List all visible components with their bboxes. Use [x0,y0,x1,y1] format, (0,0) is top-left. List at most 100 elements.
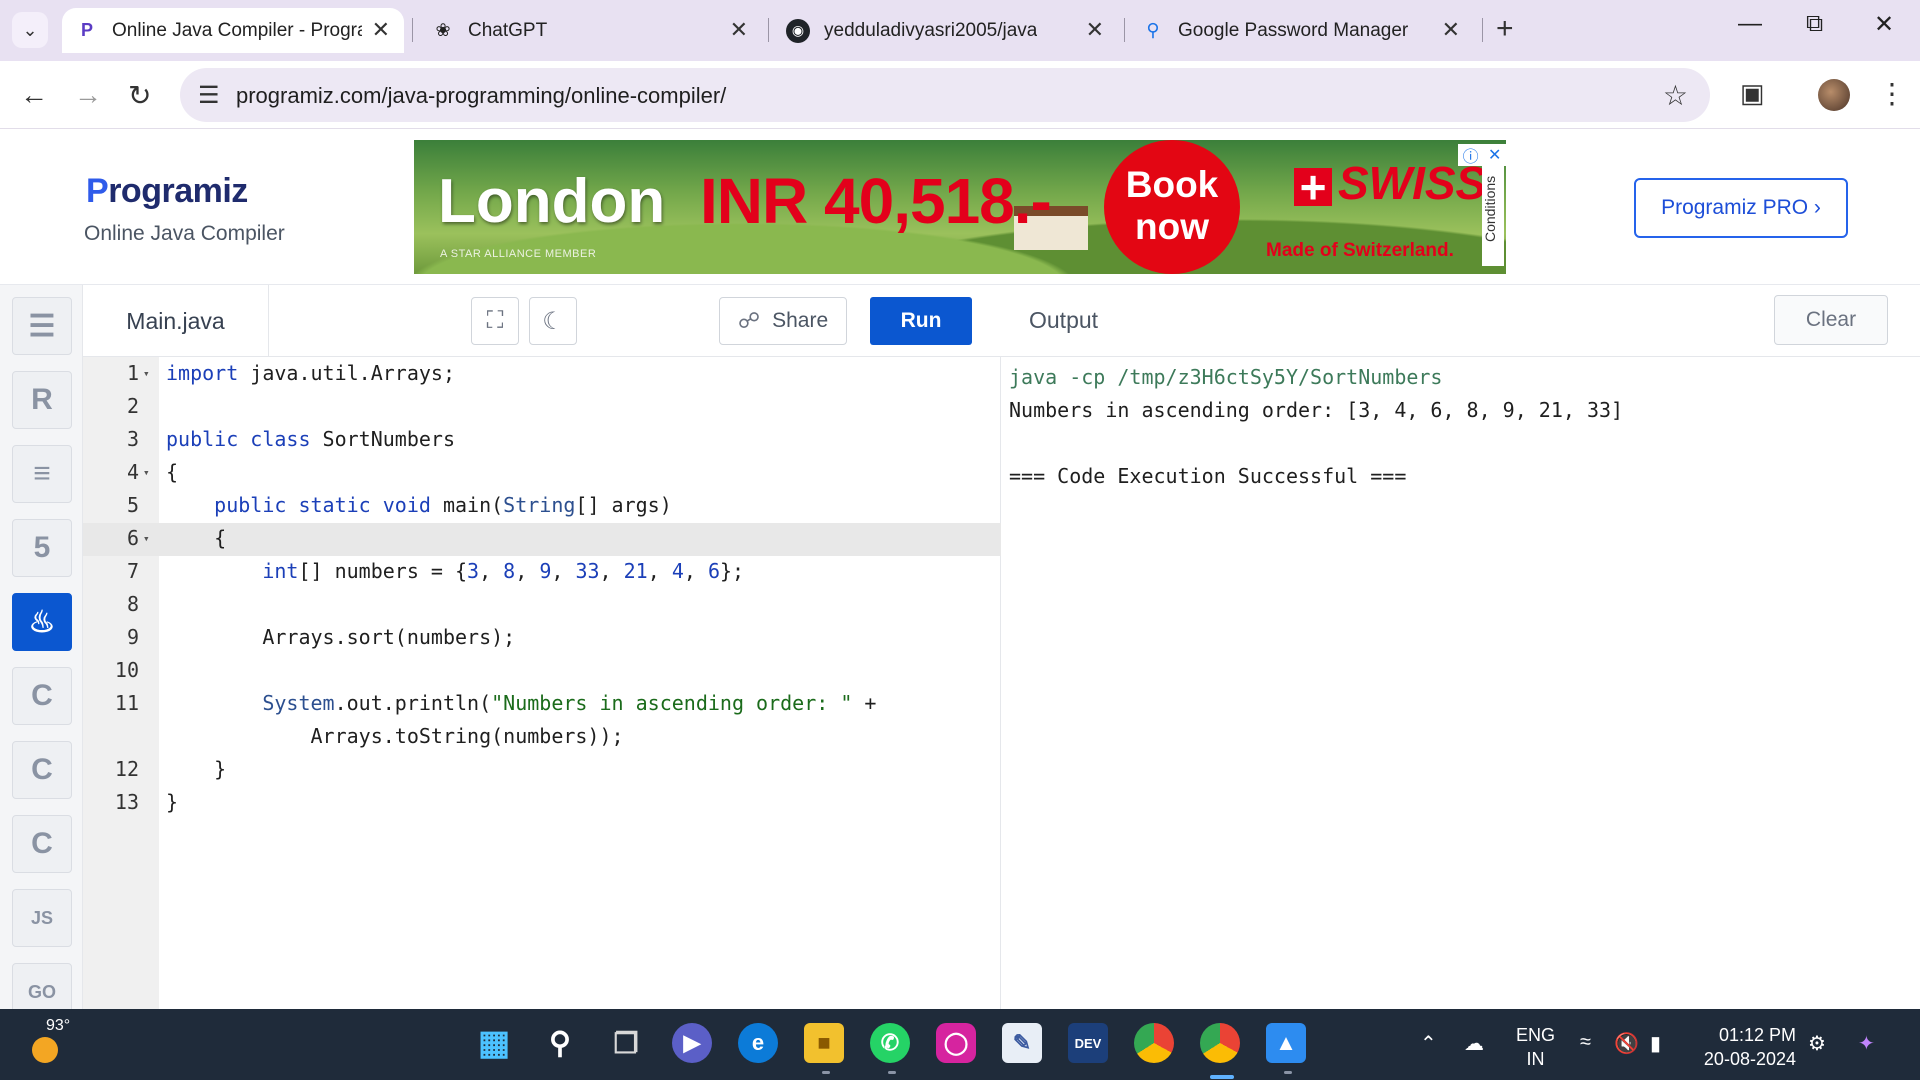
wifi-icon[interactable]: ≈ [1580,1031,1591,1054]
close-tab-icon[interactable]: ✕ [372,17,390,43]
code-line[interactable]: 13} [83,786,1001,819]
python-icon[interactable]: ☰ [12,297,72,355]
onedrive-icon[interactable]: ☁ [1464,1031,1484,1056]
input-language[interactable]: ENG IN [1516,1023,1555,1071]
edge-icon[interactable]: e [738,1023,778,1063]
code-text[interactable]: { [166,522,226,555]
restore-window-icon[interactable]: ⧉ [1806,10,1823,38]
html5-icon[interactable]: 5 [12,519,72,577]
back-arrow-icon[interactable]: ← [20,79,48,111]
close-tab-icon[interactable]: ✕ [730,17,748,43]
code-text[interactable]: public class SortNumbers [166,423,455,456]
fold-toggle-icon[interactable]: ▾ [143,456,150,489]
code-line[interactable]: 2 [83,390,1001,423]
code-line[interactable]: 11 System.out.println("Numbers in ascend… [83,687,1001,720]
forward-arrow-icon[interactable]: → [74,79,102,111]
file-tab-main-java[interactable]: Main.java [83,285,269,357]
ad-book-now-button[interactable]: Book now [1104,140,1240,274]
code-line[interactable]: 8 [83,588,1001,621]
clear-output-button[interactable]: Clear [1774,295,1888,345]
code-line[interactable]: 6 ▾ { [83,522,1001,555]
run-button[interactable]: Run [870,297,972,345]
task-view-icon[interactable]: ❐ [606,1023,646,1063]
c-icon[interactable]: C [12,667,72,725]
code-text[interactable]: } [166,753,226,786]
ad-close-icon[interactable]: ✕ [1488,145,1501,165]
code-line[interactable]: 9 Arrays.sort(numbers); [83,621,1001,654]
cpp-icon[interactable]: C [12,741,72,799]
reload-icon[interactable]: ↻ [128,79,151,112]
whatsapp-icon[interactable]: ✆ [870,1023,910,1063]
output-console[interactable]: java -cp /tmp/z3H6ctSy5Y/SortNumbers Numb… [1001,357,1920,1009]
code-line[interactable]: 1 ▾ import java.util.Arrays; [83,357,1001,390]
address-bar[interactable]: ☰ programiz.com/java-programming/online-… [180,68,1710,122]
csharp-icon[interactable]: C [12,815,72,873]
meet-chat-icon[interactable]: ▶ [672,1023,712,1063]
copilot-icon[interactable]: ✦ [1858,1031,1875,1056]
code-line[interactable]: 10 [83,654,1001,687]
github-icon: ◉ [786,18,810,43]
programiz-pro-button[interactable]: Programiz PRO › [1634,178,1848,238]
volume-muted-icon[interactable]: 🔇 [1614,1031,1639,1056]
share-button[interactable]: ☍ Share [719,297,847,345]
new-tab-button[interactable]: + [1496,12,1514,46]
fold-toggle-icon[interactable]: ▾ [143,522,150,555]
browser-menu-icon[interactable]: ⋮ [1878,77,1906,110]
chrome-icon[interactable] [1200,1023,1240,1063]
ad-info-icon[interactable]: ⓘ [1463,143,1479,167]
tab-chatgpt[interactable]: ❀ ChatGPT ✕ [420,8,762,53]
code-text[interactable]: { [166,456,178,489]
dev-cpp-icon[interactable]: DEV [1068,1023,1108,1063]
ad-conditions[interactable]: Conditions [1482,152,1504,266]
tab-github-repo[interactable]: ◉ yedduladivyasri2005/java ✕ [776,8,1118,53]
minimize-window-icon[interactable]: — [1738,10,1762,38]
code-text[interactable]: Arrays.sort(numbers); [166,621,515,654]
dark-mode-button[interactable]: ☾ [529,297,577,345]
close-window-icon[interactable]: ✕ [1874,10,1894,39]
code-text[interactable]: import java.util.Arrays; [166,357,455,390]
site-info-icon[interactable]: ☰ [198,81,220,110]
notepad-icon[interactable]: ✎ [1002,1023,1042,1063]
code-line[interactable]: 3 public class SortNumbers [83,423,1001,456]
fullscreen-button[interactable]: ⛶ [471,297,519,345]
system-clock[interactable]: 01:12 PM 20-08-2024 [1700,1023,1796,1071]
advertisement-banner[interactable]: London INR 40,518.- A STAR ALLIANCE MEMB… [414,140,1506,274]
tab-google-password-manager[interactable]: ⚲ Google Password Manager ✕ [1132,8,1474,53]
windows-start-icon[interactable]: ▦ [474,1023,514,1063]
fold-toggle-icon[interactable]: ▾ [143,357,150,390]
r-icon[interactable]: R [12,371,72,429]
instagram-icon[interactable]: ◯ [936,1023,976,1063]
photos-icon[interactable]: ▲ [1266,1023,1306,1063]
chrome-profile-icon[interactable] [1134,1023,1174,1063]
close-tab-icon[interactable]: ✕ [1442,17,1460,43]
code-text[interactable]: Arrays.toString(numbers)); [166,720,623,753]
file-explorer-icon[interactable]: ■ [804,1023,844,1063]
battery-icon[interactable]: ▮ [1650,1031,1661,1056]
code-text[interactable]: int[] numbers = {3, 8, 9, 33, 21, 4, 6}; [166,555,744,588]
code-line[interactable]: Arrays.toString(numbers)); [83,720,1001,753]
profile-avatar[interactable] [1818,79,1850,111]
url-text[interactable]: programiz.com/java-programming/online-co… [236,83,726,109]
code-text[interactable]: System.out.println("Numbers in ascending… [166,687,876,720]
programiz-logo[interactable]: Programiz [86,172,248,211]
close-tab-icon[interactable]: ✕ [1086,17,1104,43]
code-line[interactable]: 12 } [83,753,1001,786]
code-line[interactable]: 5 public static void main(String[] args) [83,489,1001,522]
tab-search-button[interactable]: ⌄ [12,12,48,48]
code-line[interactable]: 7 int[] numbers = {3, 8, 9, 33, 21, 4, 6… [83,555,1001,588]
tab-online-java-compiler[interactable]: P Online Java Compiler - Program ✕ [62,8,404,53]
extensions-puzzle-icon[interactable]: ▣ [1740,78,1765,109]
chevron-up-icon[interactable]: ⌃ [1420,1031,1437,1056]
code-line[interactable]: 4 ▾ { [83,456,1001,489]
java-icon[interactable]: ♨ [12,593,72,651]
code-editor[interactable]: 1 ▾ import java.util.Arrays; 2 3 public class… [83,357,1001,1009]
javascript-icon[interactable]: JS [12,889,72,947]
ad-choices[interactable]: ⓘ ✕ [1458,144,1506,166]
weather-widget[interactable]: 93° [26,1017,70,1063]
code-text[interactable]: } [166,786,178,819]
sql-database-icon[interactable]: ≡ [12,445,72,503]
code-text[interactable]: public static void main(String[] args) [166,489,672,522]
bookmark-star-icon[interactable]: ☆ [1663,79,1688,112]
search-icon[interactable]: ⚲ [540,1023,580,1063]
notification-icon[interactable]: ⚙ [1808,1031,1826,1056]
